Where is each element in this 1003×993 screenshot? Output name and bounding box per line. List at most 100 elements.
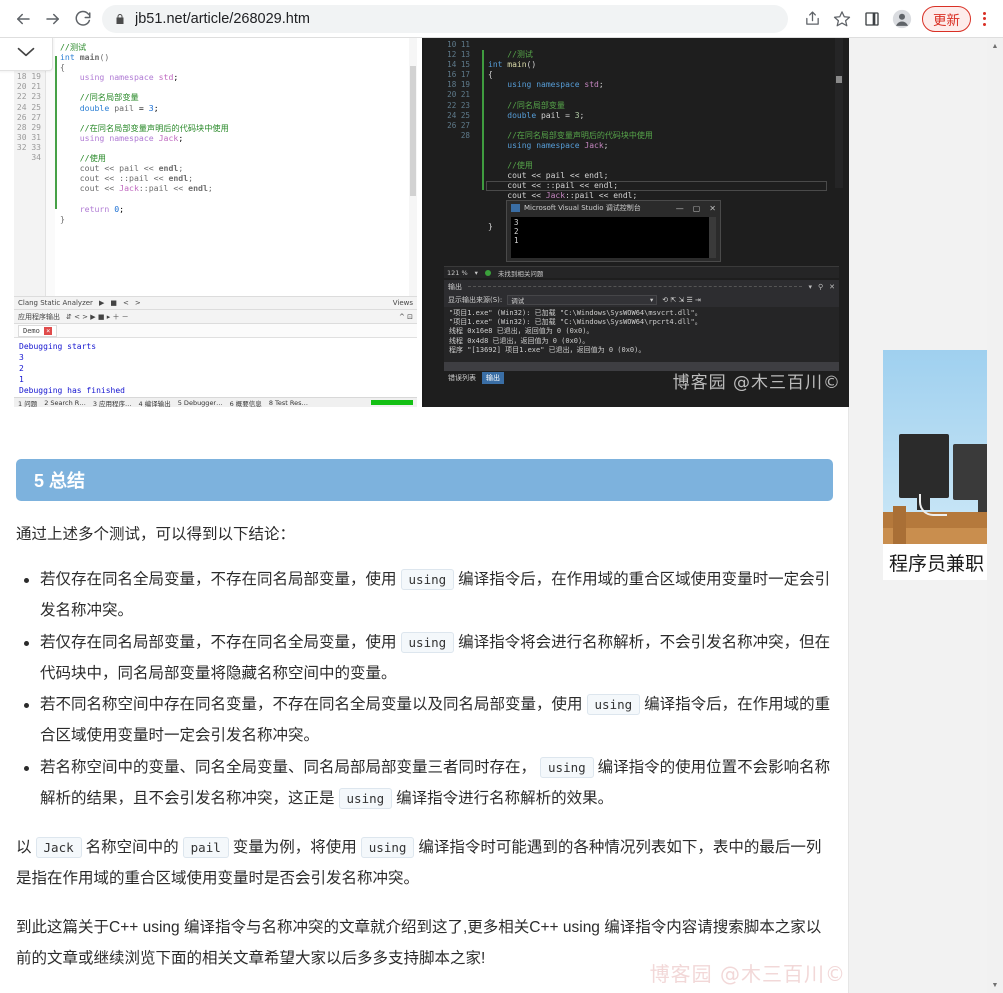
maximize-icon[interactable]: ▢ — [693, 204, 701, 213]
tab-output[interactable]: 输出 — [482, 372, 504, 384]
analyzer-run-icon[interactable]: ▶ — [99, 299, 104, 307]
pin-icon[interactable]: ⚲ — [818, 283, 823, 291]
collapse-toggle-button[interactable] — [0, 38, 53, 71]
ad-caption: 程序员兼职 — [883, 544, 1003, 580]
status-item[interactable]: 3 应用程序… — [93, 398, 132, 408]
back-button[interactable] — [8, 4, 38, 34]
change-marker-bar — [482, 50, 484, 190]
text-run: 编译指令进行名称解析的效果。 — [396, 790, 614, 808]
app-output-console: Debugging starts 3 2 1 Debugging has fin… — [14, 337, 417, 397]
output-toolbar-icons[interactable]: ⟲ ⇱ ⇲ ☰ ⇥ — [662, 296, 701, 304]
zoom-level[interactable]: 121 % — [447, 269, 468, 277]
conclusion-list: 若仅存在同名全局变量，不存在同名局部变量，使用 using 编译指令后，在作用域的重… — [16, 564, 833, 814]
inline-code: using — [400, 631, 455, 653]
status-item[interactable]: 1 问题 — [18, 398, 37, 408]
status-item[interactable]: 6 概要信息 — [230, 398, 262, 408]
figure-qt-creator-screenshot: 12 13 14 15 16 17 18 19 20 21 22 23 24 2… — [0, 38, 424, 407]
status-item[interactable]: 2 Search R… — [44, 399, 86, 407]
url-text: jb51.net/article/268029.htm — [135, 10, 310, 27]
side-panel-icon[interactable] — [858, 5, 886, 33]
analyzer-next-icon[interactable]: > — [135, 299, 141, 307]
visual-studio-icon — [511, 204, 520, 212]
editor-zoom-bar: 121 % ▾ 未找到相关问题 — [444, 266, 839, 278]
list-item: 若仅存在同名局部变量，不存在同名全局变量，使用 using 编译指令将会进行名称解析… — [16, 627, 833, 690]
panel-collapse-icon[interactable]: ^ ⊡ — [399, 313, 413, 321]
close-icon[interactable]: ✕ — [829, 283, 835, 291]
clang-analyzer-bar: Clang Static Analyzer ▶ ■ < > Views — [14, 296, 417, 309]
chevron-down-icon — [16, 45, 36, 63]
close-icon[interactable]: ✕ — [709, 204, 716, 213]
chevron-down-icon[interactable]: ▾ — [475, 269, 478, 277]
editor-scrollbar[interactable] — [409, 38, 417, 296]
output-panel-body: "项目1.exe" (Win32): 已加载 "C:\Windows\SysWO… — [444, 307, 839, 362]
inline-code: using — [540, 756, 594, 778]
console-window-titlebar: Microsoft Visual Studio 调试控制台 — ▢ ✕ — [507, 201, 720, 215]
analyzer-stop-icon[interactable]: ■ — [110, 299, 117, 307]
close-tab-icon[interactable]: × — [44, 326, 53, 335]
current-line-highlight — [486, 181, 827, 191]
figure-pair: 12 13 14 15 16 17 18 19 20 21 22 23 24 2… — [0, 38, 849, 407]
ad-image — [883, 350, 1003, 544]
example-paragraph: 以 Jack 名称空间中的 pail 变量为例，将使用 using 编译指令时可能遇到的各种… — [16, 832, 833, 894]
output-tab-strip: Demo × — [14, 323, 417, 337]
minimize-icon[interactable]: — — [676, 204, 684, 213]
ok-status-icon — [484, 269, 491, 276]
three-dot-menu-icon[interactable] — [973, 5, 995, 33]
window-controls[interactable]: — ▢ ✕ — [676, 204, 716, 213]
editor-scrollbar[interactable] — [835, 38, 843, 188]
text-run: 若仅存在同名全局变量，不存在同名局部变量，使用 — [40, 571, 397, 588]
sidebar-ad[interactable]: 程序员兼职 — [883, 350, 1003, 580]
scroll-up-arrow-icon[interactable]: ▲ — [987, 38, 1003, 54]
address-bar[interactable]: jb51.net/article/268029.htm — [102, 4, 788, 33]
status-item[interactable]: 8 Test Res… — [269, 399, 308, 407]
lock-icon — [114, 13, 126, 25]
inline-code: using — [360, 837, 415, 859]
console-window-title: Microsoft Visual Studio 调试控制台 — [524, 204, 641, 212]
tab-error-list[interactable]: 错误列表 — [448, 373, 476, 383]
status-item[interactable]: 4 编译输出 — [139, 398, 171, 408]
output-source-value: 调试 — [511, 297, 525, 305]
chevron-down-icon: ▾ — [650, 296, 654, 304]
page-viewport: 12 13 14 15 16 17 18 19 20 21 22 23 24 2… — [0, 38, 1003, 993]
update-button[interactable]: 更新 — [922, 5, 971, 32]
article-body: 5 总结 通过上述多个测试，可以得到以下结论： 若仅存在同名全局变量，不存在同名… — [0, 407, 849, 993]
scroll-down-arrow-icon[interactable]: ▼ — [987, 977, 1003, 993]
text-run: 变量为例，将使用 — [232, 839, 357, 857]
intro-paragraph: 通过上述多个测试，可以得到以下结论： — [16, 526, 296, 543]
right-line-numbers: 10 11 12 13 14 15 16 17 18 19 20 21 22 2… — [447, 40, 470, 140]
right-sidebar: 程序员兼职 — [850, 38, 1003, 993]
fold-column — [46, 38, 55, 296]
share-icon[interactable] — [798, 5, 826, 33]
output-source-label: 显示输出来源(S): — [448, 296, 503, 304]
status-item[interactable]: 5 Debugger… — [178, 399, 223, 407]
text-run: 若名称空间中的变量、同名全局变量、同名局部局部变量三者同时存在， — [40, 758, 537, 776]
analyzer-prev-icon[interactable]: < — [123, 299, 129, 307]
text-run: 若不同名称空间中存在同名变量，不存在同名全局变量以及同名局部变量，使用 — [40, 696, 583, 714]
text-run: 若仅存在同名局部变量，不存在同名全局变量，使用 — [40, 633, 397, 651]
output-tab-demo[interactable]: Demo × — [18, 324, 58, 337]
output-bottom-tabs: 错误列表 输出 — [444, 371, 839, 385]
console-scrollbar[interactable] — [709, 217, 716, 258]
inline-code: using — [586, 694, 641, 716]
section-heading: 5 总结 — [16, 459, 833, 501]
output-panel-title: 输出 — [448, 282, 462, 291]
profile-avatar-icon[interactable] — [888, 5, 916, 33]
forward-button[interactable] — [38, 4, 68, 34]
output-toolbar-icons[interactable]: ⇵ < > ▶ ■ ▸ ＋ － — [66, 312, 129, 322]
page-scrollbar[interactable]: ▲ ▼ — [987, 38, 1003, 993]
app-output-bar: 应用程序输出 ⇵ < > ▶ ■ ▸ ＋ － ^ ⊡ — [14, 309, 417, 323]
chevron-down-icon[interactable]: ▾ — [808, 283, 812, 291]
article-column: 12 13 14 15 16 17 18 19 20 21 22 23 24 2… — [0, 38, 849, 993]
views-label[interactable]: Views — [393, 299, 413, 307]
list-item: 若名称空间中的变量、同名全局变量、同名局部局部变量三者同时存在， using 编译指… — [16, 752, 833, 815]
no-issues-label: 未找到相关问题 — [497, 269, 544, 278]
panel-header-buttons[interactable]: ▾ ⚲ ✕ — [808, 283, 835, 291]
reload-button[interactable] — [68, 4, 98, 34]
inline-code: using — [338, 788, 393, 810]
progress-bar — [371, 400, 413, 405]
divider — [468, 286, 803, 287]
change-marker-bar — [55, 56, 57, 209]
star-icon[interactable] — [828, 5, 856, 33]
output-source-select[interactable]: 调试 ▾ — [507, 295, 658, 305]
output-horizontal-scrollbar[interactable] — [444, 362, 839, 371]
